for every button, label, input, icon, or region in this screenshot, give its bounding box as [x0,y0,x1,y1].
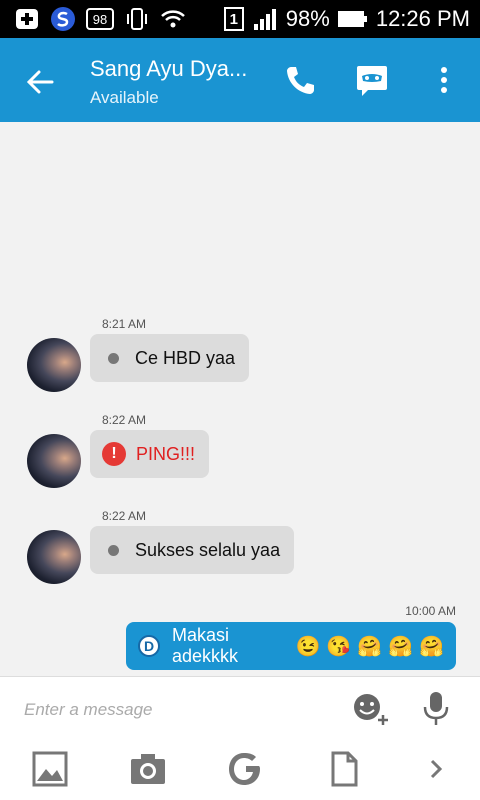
message-text: Ce HBD yaa [135,347,236,368]
avatar[interactable] [27,530,81,584]
emoji-add-icon[interactable] [350,689,390,729]
wifi-icon [161,10,185,28]
unread-dot-icon [108,352,119,364]
app-bar: Sang Ayu Dya... Available [0,38,480,122]
avatar[interactable] [27,338,81,392]
avatar[interactable] [27,434,81,488]
microphone-icon[interactable] [416,689,456,729]
message-text: Makasi adekkkk [172,625,239,666]
image-icon[interactable] [30,749,70,789]
sim-indicator: 1 [223,7,244,31]
file-icon[interactable] [324,749,364,789]
contact-name[interactable]: Sang Ayu Dya... [90,56,247,82]
clock: 12:26 PM [375,6,470,31]
message-bubble[interactable]: Sukses selalu yaa [90,526,295,574]
message-list[interactable]: 8:21 AM Ce HBD yaa 8:22 AM ! PING!!! 8:2… [0,122,480,674]
more-vert-icon[interactable] [426,62,462,98]
emoji-kiss-icon: 😘 [326,635,352,658]
sender-badge-icon: D [138,635,160,657]
google-icon[interactable] [226,749,266,789]
message-text: Sukses selalu yaa [135,539,281,560]
emoji-hug-icon: 🤗 [357,635,383,658]
s-app-icon [51,7,75,31]
outgoing-message-bubble[interactable]: D Makasi adekkkk 😉 😘 🤗 🤗 🤗 [126,622,456,670]
camera-icon[interactable] [128,749,168,789]
contact-status: Available [90,88,159,107]
arrow-left-icon[interactable] [22,64,58,100]
battery-percent: 98% [285,6,330,31]
emoji-hug-icon: 🤗 [388,635,414,658]
notification-badge-icon: 98 [86,8,114,30]
alert-icon: ! [102,442,126,466]
battery-icon [337,11,367,27]
status-bar: 98 1 98% 12:26 PM [0,0,480,38]
message-timestamp: 8:22 AM [102,413,147,427]
message-timestamp: 8:21 AM [102,317,147,331]
message-timestamp: 8:22 AM [102,509,147,523]
add-box-icon [16,9,38,29]
message-timestamp: 10:00 AM [405,604,456,618]
chevron-right-icon[interactable] [416,749,456,789]
signal-icon [253,9,276,30]
emoji-hug-icon: 🤗 [419,635,444,658]
unread-dot-icon [108,544,119,556]
ping-bubble[interactable]: ! PING!!! [90,430,210,478]
vibrate-icon [127,8,147,30]
message-text: PING!!! [136,443,196,464]
mask-chat-icon[interactable] [354,62,390,98]
message-bubble[interactable]: Ce HBD yaa [90,334,250,382]
emoji-wink-icon: 😉 [295,635,321,658]
message-input[interactable] [24,695,324,725]
composer [0,676,480,800]
phone-icon[interactable] [282,62,318,98]
